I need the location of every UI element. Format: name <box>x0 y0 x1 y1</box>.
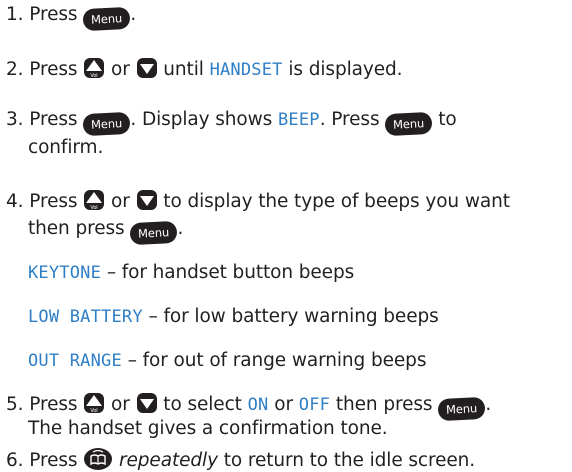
step-number: 6. <box>6 450 24 471</box>
step-text: Press <box>29 191 78 212</box>
up-vol-button-icon: Vol <box>83 189 105 211</box>
step-3: 3. Press Menu. Display shows BEEP. Press… <box>6 109 457 137</box>
step-4-continued: then press Menu. <box>28 218 184 246</box>
step-text: until <box>163 59 204 80</box>
step-text: to <box>438 109 457 130</box>
up-vol-button-icon: Vol <box>83 57 105 79</box>
step-text: Press <box>29 450 78 471</box>
menu-button-icon: Menu <box>437 396 486 422</box>
lcd-text: ON <box>247 395 269 415</box>
lcd-text: OUT RANGE <box>28 351 122 371</box>
down-button-icon <box>136 57 158 79</box>
step-text: Press <box>29 394 78 415</box>
phonebook-button-icon <box>83 447 113 471</box>
step-text: Press <box>29 109 78 130</box>
step-number: 5. <box>6 394 24 415</box>
step-text: . Display shows <box>130 109 273 130</box>
menu-button-icon: Menu <box>384 111 434 137</box>
svg-text:Vol: Vol <box>91 205 98 211</box>
menu-button-icon: Menu <box>82 6 131 32</box>
step-text: to select <box>163 394 242 415</box>
down-button-icon <box>136 189 158 211</box>
menu-button-icon: Menu <box>82 111 131 137</box>
step-6: 6. Press repeatedly to return to the idl… <box>6 447 475 472</box>
option-keytone: KEYTONE – for handset button beeps <box>28 262 354 284</box>
down-button-icon <box>136 392 158 414</box>
step-number: 1. <box>6 4 24 25</box>
step-text: or <box>274 394 293 415</box>
step-text: . Press <box>319 109 380 130</box>
step-4: 4. Press Vol or to display the type of b… <box>6 189 510 213</box>
step-text: then press <box>28 218 125 239</box>
step-emphasis: repeatedly <box>119 450 218 471</box>
step-text: Press <box>29 4 78 25</box>
svg-text:Vol: Vol <box>91 73 98 79</box>
step-text: or <box>111 394 130 415</box>
step-number: 4. <box>6 191 24 212</box>
step-1: 1. Press Menu. <box>6 4 137 32</box>
step-text: . <box>130 4 137 25</box>
step-text: to return to the idle screen. <box>223 450 476 471</box>
step-text: The handset gives a confirmation tone. <box>28 418 388 439</box>
step-text: to display the type of beeps you want <box>163 191 510 212</box>
option-desc: – for handset button beeps <box>106 262 355 283</box>
lcd-text: OFF <box>298 395 331 415</box>
step-number: 2. <box>6 59 24 80</box>
step-5-continued: The handset gives a confirmation tone. <box>28 418 388 440</box>
step-5: 5. Press Vol or to select ON or OFF then… <box>6 392 492 422</box>
lcd-text: HANDSET <box>209 60 283 80</box>
step-text: confirm. <box>28 137 104 158</box>
step-text: Press <box>29 59 78 80</box>
step-2: 2. Press Vol or until HANDSET is display… <box>6 57 403 81</box>
step-text: is displayed. <box>288 59 403 80</box>
instruction-page: 1. Press Menu. 2. Press Vol or until HAN… <box>0 0 572 472</box>
option-out-range: OUT RANGE – for out of range warning bee… <box>28 350 426 372</box>
step-text: . <box>177 218 184 239</box>
option-low-battery: LOW BATTERY – for low battery warning be… <box>28 306 439 328</box>
menu-button-icon: Menu <box>129 220 179 246</box>
step-text: . <box>485 394 492 415</box>
lcd-text: KEYTONE <box>28 263 102 283</box>
step-text: or <box>111 59 130 80</box>
up-vol-button-icon: Vol <box>83 392 105 414</box>
step-text: or <box>111 191 130 212</box>
step-text: then press <box>335 394 433 415</box>
lcd-text: LOW BATTERY <box>28 307 143 327</box>
svg-text:Vol: Vol <box>91 408 98 414</box>
step-3-continued: confirm. <box>28 137 103 159</box>
option-desc: – for low battery warning beeps <box>148 306 439 327</box>
lcd-text: BEEP <box>277 110 320 130</box>
step-number: 3. <box>6 109 24 130</box>
option-desc: – for out of range warning beeps <box>127 350 427 371</box>
